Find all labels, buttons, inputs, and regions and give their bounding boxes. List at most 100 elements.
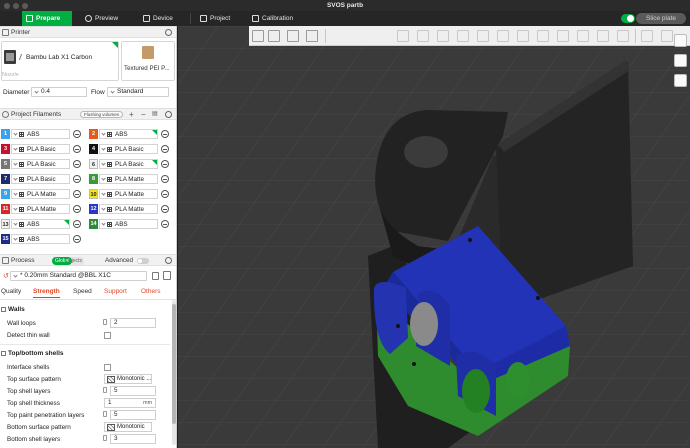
add-filament-button[interactable]: + — [129, 110, 134, 119]
flushing-volumes-button[interactable]: Flushing volumes — [80, 111, 124, 118]
advanced-toggle[interactable] — [137, 258, 149, 264]
filament-slot[interactable]: 12 PLA Matte — [89, 203, 171, 215]
filament-color-swatch[interactable]: 4 — [89, 144, 98, 154]
filament-slot[interactable]: 15 ABS — [1, 233, 83, 245]
objects-option[interactable]: Objects — [65, 257, 82, 265]
filament-color-swatch[interactable]: 12 — [89, 204, 98, 214]
slice-plate-button[interactable]: Slice plate — [636, 13, 686, 24]
reset-icon[interactable]: ↺ — [3, 272, 9, 280]
filament-slot[interactable]: 11 PLA Matte — [1, 203, 83, 215]
filament-select[interactable]: PLA Matte — [99, 189, 158, 199]
filament-select[interactable]: PLA Basic — [99, 159, 158, 169]
tab-calibration[interactable]: Calibration — [248, 11, 308, 26]
filament-color-swatch[interactable]: 13 — [1, 219, 10, 229]
remove-filament-icon[interactable] — [161, 175, 169, 183]
tab-prepare[interactable]: Prepare — [22, 11, 72, 26]
sync-icon[interactable]: ▤ — [152, 110, 158, 119]
add-object-icon[interactable] — [252, 30, 264, 42]
bottom-shell-layers-input[interactable]: 3 — [110, 434, 156, 444]
remove-filament-icon[interactable] — [161, 190, 169, 198]
top-surface-pattern-select[interactable]: Monotonic ... — [104, 374, 152, 384]
top-shell-thickness-input[interactable]: 1 mm — [104, 398, 156, 408]
assembly-icon[interactable] — [597, 30, 609, 42]
remove-filament-icon[interactable] — [161, 220, 169, 228]
remove-filament-icon[interactable] — [73, 145, 81, 153]
gear-icon[interactable] — [165, 29, 172, 36]
remove-filament-icon[interactable] — [161, 145, 169, 153]
gear-icon[interactable] — [165, 257, 172, 264]
move-icon[interactable] — [397, 30, 409, 42]
filament-color-swatch[interactable]: 15 — [1, 234, 10, 244]
tab-speed[interactable]: Speed — [73, 288, 92, 295]
filament-select[interactable]: PLA Basic — [99, 144, 158, 154]
slice-mode-toggle[interactable] — [621, 14, 635, 23]
tab-strength[interactable]: Strength — [33, 288, 60, 298]
filament-select[interactable]: PLA Matte — [99, 204, 158, 214]
filament-slot[interactable]: 2 ABS — [89, 128, 171, 140]
filament-select[interactable]: PLA Basic — [11, 144, 70, 154]
filament-select[interactable]: PLA Basic — [11, 159, 70, 169]
filament-color-swatch[interactable]: 6 — [89, 159, 98, 169]
remove-filament-icon[interactable] — [73, 190, 81, 198]
save-icon[interactable] — [152, 272, 159, 280]
filament-color-swatch[interactable]: 10 — [89, 189, 98, 199]
remove-filament-button[interactable]: − — [141, 110, 146, 119]
filament-select[interactable]: ABS — [99, 129, 158, 139]
tab-quality[interactable]: Quality — [1, 288, 21, 295]
tab-project[interactable]: Project — [196, 11, 246, 26]
minimize-window-button[interactable] — [13, 3, 19, 9]
remove-filament-icon[interactable] — [161, 205, 169, 213]
wall-loops-input[interactable]: 2 — [110, 318, 156, 328]
top-paint-penetration-input[interactable]: 5 — [110, 410, 156, 420]
filament-color-swatch[interactable]: 5 — [1, 159, 10, 169]
variable-layer-height-icon[interactable] — [641, 30, 653, 42]
lay-on-face-icon[interactable] — [457, 30, 469, 42]
filament-select[interactable]: ABS — [11, 129, 70, 139]
filament-slot[interactable]: 7 PLA Basic — [1, 173, 83, 185]
remove-filament-icon[interactable] — [73, 235, 81, 243]
filament-select[interactable]: ABS — [11, 219, 70, 229]
filament-slot[interactable]: 14 ABS — [89, 218, 171, 230]
compare-icon[interactable] — [163, 271, 171, 280]
remove-filament-icon[interactable] — [73, 220, 81, 228]
remove-filament-icon[interactable] — [73, 175, 81, 183]
filament-slot[interactable]: 1 ABS — [1, 128, 83, 140]
filament-color-swatch[interactable]: 9 — [1, 189, 10, 199]
tab-preview[interactable]: Preview — [81, 11, 131, 26]
rotate-icon[interactable] — [417, 30, 429, 42]
edit-icon[interactable] — [18, 54, 26, 60]
global-objects-toggle[interactable]: Global Objects — [52, 257, 84, 265]
cut-icon[interactable] — [477, 30, 489, 42]
filament-select[interactable]: ABS — [99, 219, 158, 229]
tab-others[interactable]: Others — [141, 288, 161, 295]
process-profile-select[interactable]: * 0.20mm Standard @BBL X1C — [10, 271, 147, 281]
tab-device[interactable]: Device — [139, 11, 189, 26]
seam-paint-icon[interactable] — [517, 30, 529, 42]
orient-icon[interactable] — [287, 30, 299, 42]
filament-select[interactable]: PLA Matte — [11, 189, 70, 199]
layers-icon[interactable] — [674, 54, 687, 67]
filament-slot[interactable]: 5 PLA Basic — [1, 158, 83, 170]
plate-type-select[interactable]: Textured PEI P... — [121, 41, 175, 81]
filament-slot[interactable]: 4 PLA Basic — [89, 143, 171, 155]
filament-select[interactable]: PLA Matte — [99, 174, 158, 184]
filament-color-swatch[interactable]: 2 — [89, 129, 98, 139]
filament-color-swatch[interactable]: 11 — [1, 204, 10, 214]
flow-select[interactable]: Standard — [107, 87, 169, 97]
interface-shells-checkbox[interactable] — [104, 364, 111, 371]
filament-slot[interactable]: 3 PLA Basic — [1, 143, 83, 155]
filament-color-swatch[interactable]: 7 — [1, 174, 10, 184]
detect-thin-wall-checkbox[interactable] — [104, 332, 111, 339]
remove-filament-icon[interactable] — [73, 160, 81, 168]
remove-filament-icon[interactable] — [161, 160, 169, 168]
filament-select[interactable]: PLA Matte — [11, 204, 70, 214]
remove-filament-icon[interactable] — [73, 130, 81, 138]
tab-support[interactable]: Support — [104, 288, 127, 295]
top-shell-layers-input[interactable]: 5 — [110, 386, 156, 396]
filament-slot[interactable]: 9 PLA Matte — [1, 188, 83, 200]
bottom-surface-pattern-select[interactable]: Monotonic — [104, 422, 152, 432]
filament-select[interactable]: ABS — [11, 234, 70, 244]
filament-slot[interactable]: 8 PLA Matte — [89, 173, 171, 185]
filament-slot[interactable]: 6 PLA Basic — [89, 158, 171, 170]
arrange-grid-icon[interactable] — [268, 30, 280, 42]
